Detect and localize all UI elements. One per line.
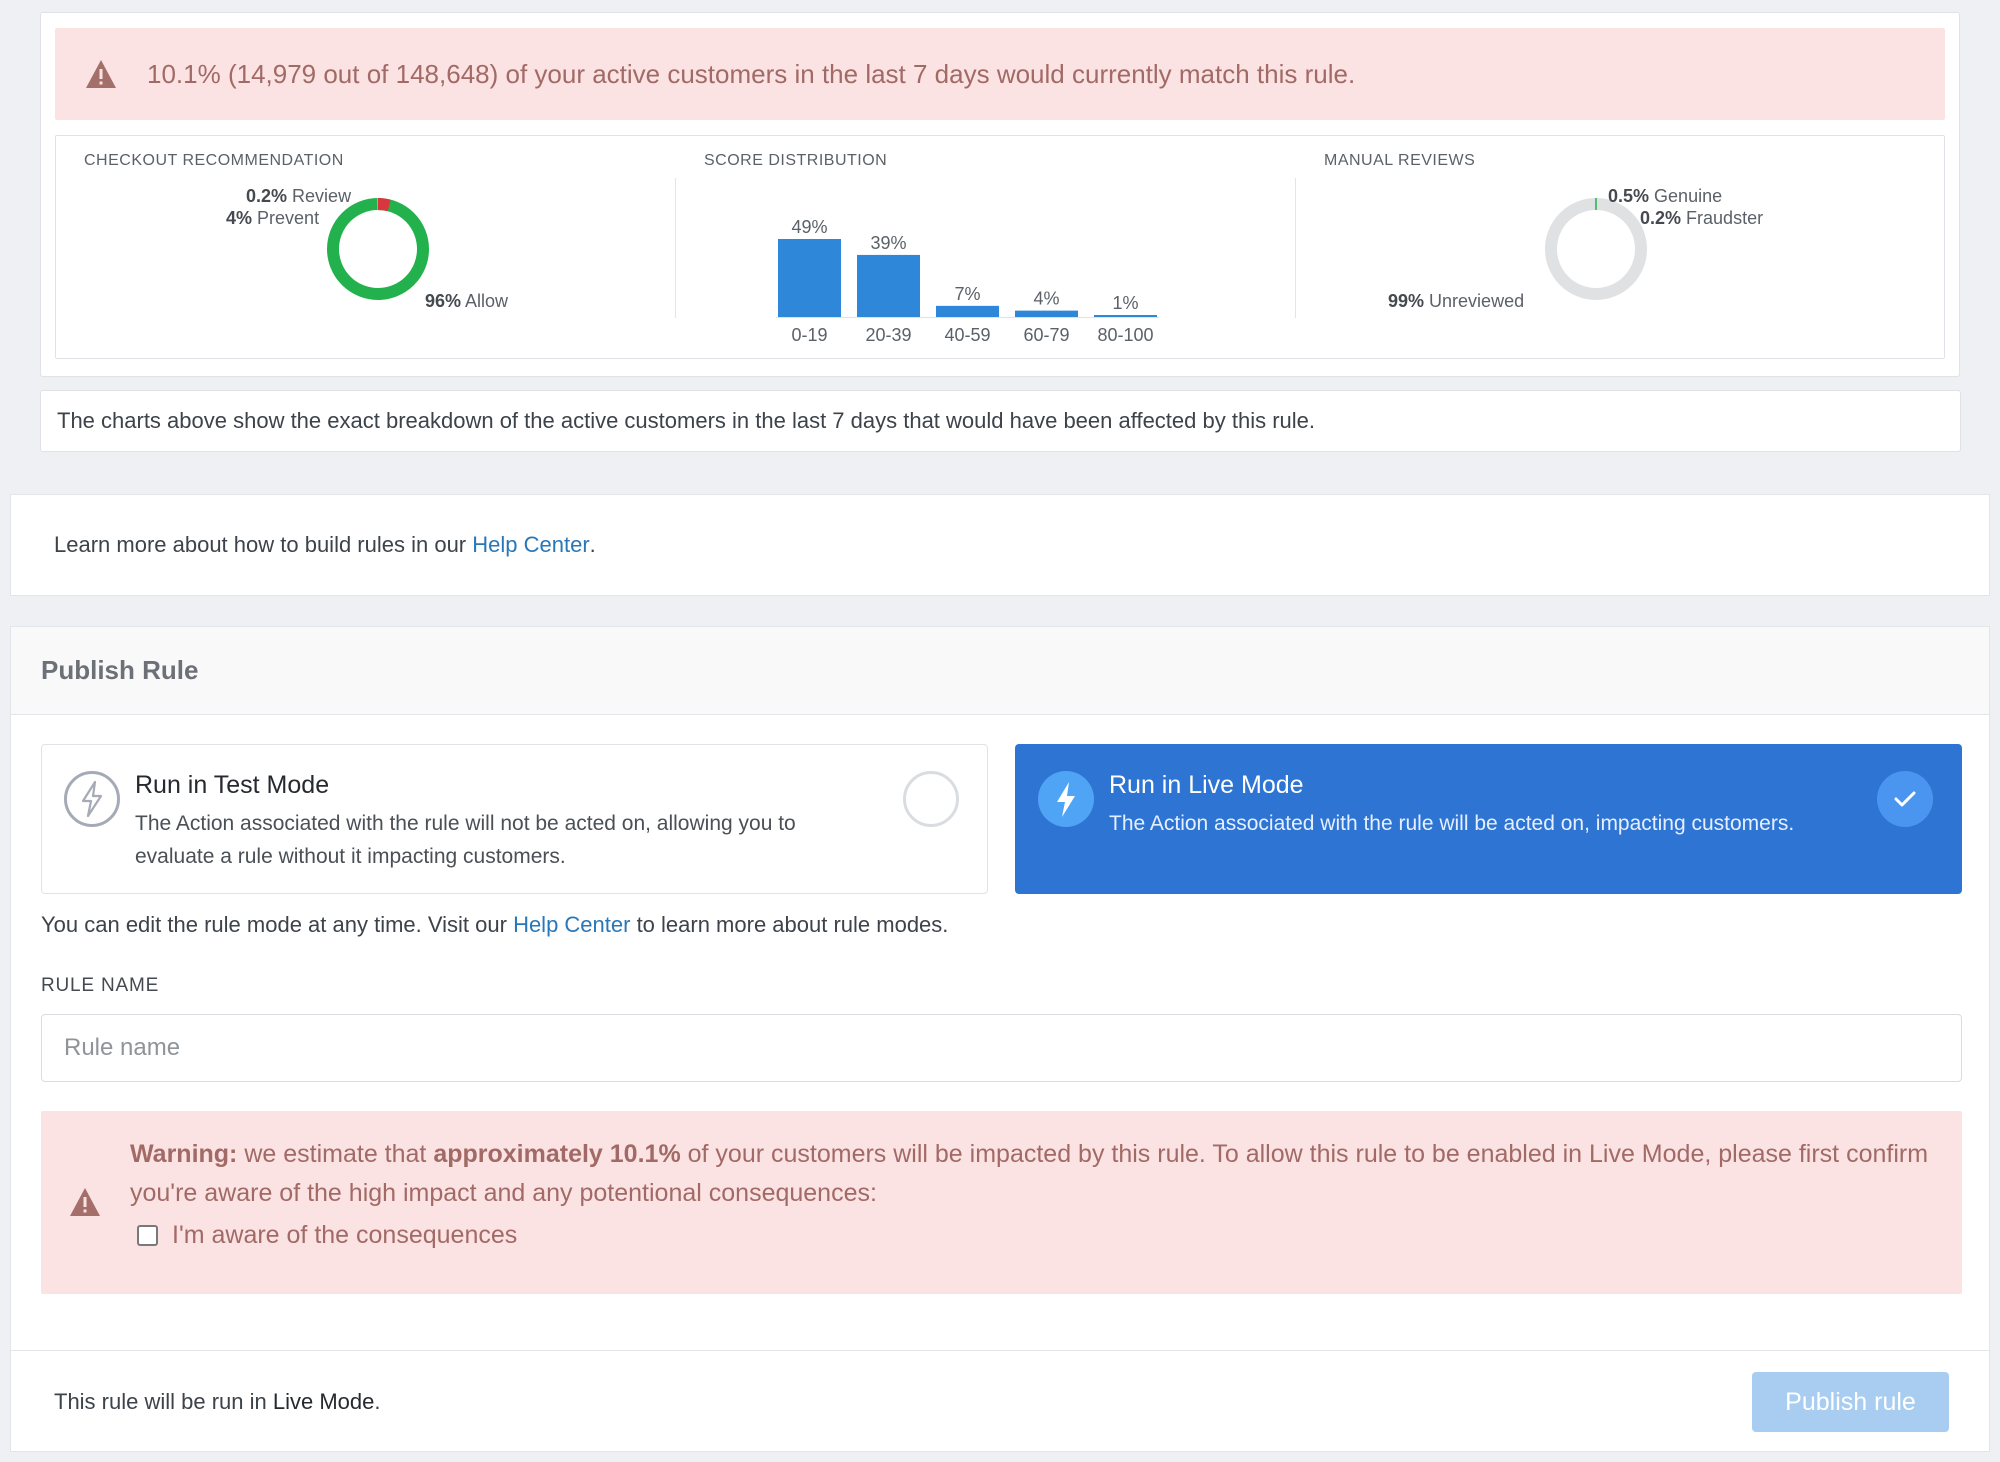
score-bar-plot: 49% 0-19 39% 20-39 7% 40-59 4% 60-79 1% 80-100 bbox=[776, 217, 1159, 345]
test-mode-description: The Action associated with the rule will… bbox=[135, 812, 796, 868]
mode-hint: You can edit the rule mode at any time. … bbox=[41, 912, 948, 938]
match-warning-banner: 10.1% (14,979 out of 148,648) of your ac… bbox=[55, 28, 1945, 120]
score-bar-category-label: 80-100 bbox=[1097, 325, 1153, 345]
charts-info-note: The charts above show the exact breakdow… bbox=[40, 390, 1961, 452]
checkmark-icon bbox=[1894, 791, 1916, 807]
test-mode-radio[interactable] bbox=[903, 771, 959, 827]
charts-box: CHECKOUT RECOMMENDATION 0.2% Review 4% P… bbox=[55, 135, 1945, 359]
live-mode-radio[interactable] bbox=[1877, 771, 1933, 827]
impact-warning-text: Warning: we estimate that approximately … bbox=[130, 1140, 1929, 1207]
donut-label-unreviewed: 99% Unreviewed bbox=[1388, 291, 1525, 311]
score-bar-80-100 bbox=[1094, 315, 1157, 317]
learn-more-card: Learn more about how to build rules in o… bbox=[10, 494, 1990, 596]
donut-label-genuine: 0.5% Genuine bbox=[1608, 186, 1723, 206]
help-center-link[interactable]: Help Center bbox=[513, 912, 630, 937]
lightning-bolt-icon bbox=[1038, 771, 1094, 827]
mode-hint-suffix: to learn more about rule modes. bbox=[630, 912, 949, 937]
live-mode-option[interactable]: Run in Live Mode The Action associated w… bbox=[1015, 744, 1962, 894]
publish-header: Publish Rule bbox=[11, 627, 1989, 715]
publish-rule-card: Publish Rule Run in Test Mode The Action… bbox=[10, 626, 1990, 1452]
manual-reviews-donut bbox=[1545, 198, 1647, 300]
lightning-bolt-icon bbox=[64, 771, 120, 827]
score-bar-40-59 bbox=[936, 305, 999, 317]
donut-track bbox=[1545, 198, 1647, 300]
score-bar-category-label: 40-59 bbox=[944, 325, 990, 345]
score-bar-value-label: 39% bbox=[870, 233, 906, 253]
help-center-link[interactable]: Help Center bbox=[472, 532, 589, 558]
score-bar-value-label: 4% bbox=[1033, 289, 1059, 309]
publish-title: Publish Rule bbox=[41, 655, 199, 685]
donut-label-prevent: 4% Prevent bbox=[226, 208, 320, 228]
acknowledge-checkbox[interactable] bbox=[137, 1225, 158, 1246]
score-bar-value-label: 1% bbox=[1112, 293, 1138, 313]
live-mode-description: The Action associated with the rule will… bbox=[1109, 812, 1795, 835]
publish-footer: This rule will be run in Live Mode. Publ… bbox=[11, 1350, 1989, 1452]
donut-track bbox=[327, 198, 429, 300]
test-mode-title: Run in Test Mode bbox=[135, 771, 330, 799]
manual-reviews-chart: MANUAL REVIEWS 0.5% Genuine 0.2% Fraudst… bbox=[1296, 136, 1946, 360]
donut-label-allow: 96% Allow bbox=[425, 291, 509, 311]
rule-name-label: RULE NAME bbox=[41, 975, 160, 996]
mode-hint-prefix: You can edit the rule mode at any time. … bbox=[41, 912, 514, 937]
learn-more-text: Learn more about how to build rules in o… bbox=[54, 532, 473, 557]
acknowledge-label[interactable]: I'm aware of the consequences bbox=[172, 1221, 517, 1250]
donut-label-fraudster: 0.2% Fraudster bbox=[1640, 208, 1764, 228]
score-bar-value-label: 49% bbox=[791, 217, 827, 237]
checkout-donut bbox=[327, 198, 429, 300]
checkout-recommendation-chart: CHECKOUT RECOMMENDATION 0.2% Review 4% P… bbox=[56, 136, 676, 360]
match-warning-text: 10.1% (14,979 out of 148,648) of your ac… bbox=[147, 58, 1356, 89]
score-bar-category-label: 20-39 bbox=[865, 325, 911, 345]
warning-triangle-icon bbox=[86, 60, 116, 88]
warning-triangle-icon bbox=[70, 1188, 100, 1216]
publish-rule-button[interactable]: Publish rule bbox=[1752, 1372, 1949, 1432]
rule-impact-card: 10.1% (14,979 out of 148,648) of your ac… bbox=[40, 12, 1960, 377]
donut-label-review: 0.2% Review bbox=[246, 186, 352, 206]
score-bar-0-19 bbox=[778, 239, 841, 317]
learn-more-suffix: . bbox=[589, 532, 596, 557]
score-bar-20-39 bbox=[857, 254, 920, 317]
impact-warning: Warning: we estimate that approximately … bbox=[41, 1111, 1962, 1294]
test-mode-option[interactable]: Run in Test Mode The Action associated w… bbox=[41, 744, 988, 894]
score-bar-60-79 bbox=[1015, 310, 1078, 317]
score-bar-category-label: 0-19 bbox=[791, 325, 827, 345]
live-mode-title: Run in Live Mode bbox=[1109, 771, 1304, 799]
footer-mode-text: This rule will be run in Live Mode. bbox=[54, 1389, 381, 1414]
score-bar-value-label: 7% bbox=[954, 284, 980, 304]
score-distribution-chart: SCORE DISTRIBUTION 49% 0-19 39% 20-39 7% 40-5… bbox=[676, 136, 1296, 360]
score-bar-category-label: 60-79 bbox=[1023, 325, 1069, 345]
rule-name-input[interactable] bbox=[41, 1014, 1962, 1082]
acknowledge-row[interactable]: I'm aware of the consequences bbox=[137, 1221, 517, 1250]
